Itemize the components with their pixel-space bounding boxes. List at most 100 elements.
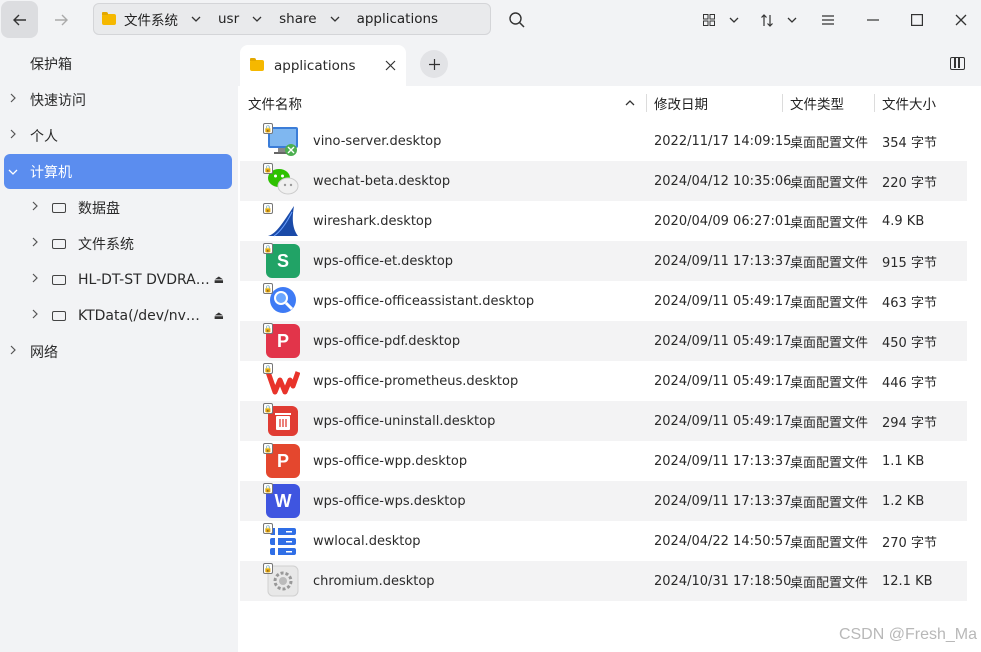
- file-name: wwlocal.desktop: [313, 533, 421, 549]
- sort-icon[interactable]: [756, 9, 778, 31]
- file-date: 2022/11/17 14:09:15: [654, 133, 792, 149]
- sidebar-item-file-system[interactable]: 文件系统: [4, 226, 232, 261]
- file-size: 354 字节: [882, 135, 937, 151]
- file-type: 桌面配置文件: [790, 135, 869, 151]
- chevron-right-icon[interactable]: [4, 93, 22, 106]
- file-row[interactable]: 🔒 wps-office-prometheus.desktop 2024/09/…: [240, 361, 967, 401]
- column-divider[interactable]: [646, 94, 647, 112]
- lock-icon: 🔒: [263, 243, 273, 254]
- forward-button[interactable]: [42, 1, 79, 38]
- file-row[interactable]: 🔒 W wps-office-wps.desktop 2024/09/11 17…: [240, 481, 967, 521]
- lock-icon: 🔒: [263, 523, 273, 534]
- tab-label: applications: [274, 57, 356, 74]
- chevron-down-icon[interactable]: [723, 9, 745, 31]
- chevron-down-icon[interactable]: [781, 9, 803, 31]
- column-type[interactable]: 文件类型: [790, 86, 844, 120]
- file-type: 桌面配置文件: [790, 495, 869, 511]
- scrollbar[interactable]: [967, 120, 981, 652]
- chevron-right-icon[interactable]: [4, 345, 22, 358]
- file-row[interactable]: 🔒 wechat-beta.desktop 2024/04/12 10:35:0…: [240, 161, 967, 201]
- close-tab-icon[interactable]: [385, 57, 396, 75]
- file-size: 463 字节: [882, 295, 937, 311]
- breadcrumb: 文件系统 usr share applications: [93, 3, 491, 35]
- file-date: 2024/10/31 17:18:50: [654, 573, 792, 589]
- sidebar-item-data-disk[interactable]: 数据盘: [4, 190, 232, 225]
- breadcrumb-usr[interactable]: usr: [218, 11, 279, 27]
- file-size: 450 字节: [882, 335, 937, 351]
- sidebar-item-label: 保护箱: [30, 56, 72, 73]
- sidebar-item-ktdata[interactable]: KTData(/dev/nv… ⏏: [4, 298, 232, 333]
- sort-ascending-icon[interactable]: [625, 86, 635, 120]
- file-name: wps-office-wps.desktop: [313, 493, 466, 509]
- file-size: 294 字节: [882, 415, 937, 431]
- file-type: 桌面配置文件: [790, 255, 869, 271]
- column-divider[interactable]: [874, 94, 875, 112]
- file-date: 2024/09/11 17:13:37: [654, 453, 792, 469]
- sidebar-item-quick-access[interactable]: 快速访问: [4, 82, 232, 117]
- sidebar-item-vault[interactable]: 保护箱: [4, 46, 232, 81]
- file-type: 桌面配置文件: [790, 535, 869, 551]
- file-list: 🔒 vino-server.desktop 2022/11/17 14:09:1…: [240, 121, 967, 601]
- breadcrumb-filesystem[interactable]: 文件系统: [102, 9, 218, 29]
- file-type: 桌面配置文件: [790, 455, 869, 471]
- sidebar-item-dvd-drive[interactable]: HL-DT-ST DVDRA… ⏏: [4, 262, 232, 297]
- chevron-right-icon[interactable]: [26, 201, 44, 214]
- chevron-down-icon[interactable]: [4, 165, 22, 178]
- column-divider[interactable]: [782, 94, 783, 112]
- maximize-icon[interactable]: [906, 9, 928, 31]
- file-row[interactable]: 🔒 vino-server.desktop 2022/11/17 14:09:1…: [240, 121, 967, 161]
- file-name: chromium.desktop: [313, 573, 435, 589]
- chevron-right-icon[interactable]: [26, 309, 44, 322]
- lock-icon: 🔒: [263, 123, 273, 134]
- back-button[interactable]: [1, 1, 38, 38]
- file-row[interactable]: 🔒 S wps-office-et.desktop 2024/09/11 17:…: [240, 241, 967, 281]
- sidebar-item-computer[interactable]: 计算机: [4, 154, 232, 189]
- file-type: 桌面配置文件: [790, 335, 869, 351]
- search-icon[interactable]: [506, 9, 528, 31]
- sidebar-item-label: 数据盘: [78, 200, 120, 217]
- lock-icon: 🔒: [263, 203, 273, 214]
- sidebar-item-label: KTData(/dev/nv…: [78, 307, 200, 324]
- chevron-down-icon[interactable]: [327, 11, 343, 27]
- file-row[interactable]: 🔒 wwlocal.desktop 2024/04/22 14:50:57 桌面…: [240, 521, 967, 561]
- sidebar-item-label: 个人: [30, 128, 58, 145]
- folder-icon: [102, 11, 116, 25]
- file-date: 2024/09/11 17:13:37: [654, 253, 792, 269]
- chevron-down-icon[interactable]: [188, 11, 204, 27]
- chevron-right-icon[interactable]: [26, 273, 44, 286]
- chevron-right-icon[interactable]: [26, 237, 44, 250]
- chevron-down-icon[interactable]: [249, 11, 265, 27]
- file-date: 2020/04/09 06:27:01: [654, 213, 792, 229]
- file-row[interactable]: 🔒 chromium.desktop 2024/10/31 17:18:50 桌…: [240, 561, 967, 601]
- file-type: 桌面配置文件: [790, 575, 869, 591]
- tab-applications[interactable]: applications: [240, 45, 406, 86]
- file-size: 270 字节: [882, 535, 937, 551]
- tab-bar: applications: [238, 40, 981, 86]
- minimize-icon[interactable]: [862, 9, 884, 31]
- file-row[interactable]: 🔒 P wps-office-wpp.desktop 2024/09/11 17…: [240, 441, 967, 481]
- breadcrumb-applications[interactable]: applications: [357, 11, 439, 27]
- file-row[interactable]: 🔒 wireshark.desktop 2020/04/09 06:27:01 …: [240, 201, 967, 241]
- close-icon[interactable]: [950, 9, 972, 31]
- breadcrumb-share[interactable]: share: [279, 11, 356, 27]
- file-row[interactable]: 🔒 wps-office-uninstall.desktop 2024/09/1…: [240, 401, 967, 441]
- column-size[interactable]: 文件大小: [882, 86, 936, 120]
- add-tab-button[interactable]: [420, 50, 448, 78]
- file-row[interactable]: 🔒 P wps-office-pdf.desktop 2024/09/11 05…: [240, 321, 967, 361]
- column-date[interactable]: 修改日期: [654, 86, 708, 120]
- menu-icon[interactable]: [817, 9, 839, 31]
- chevron-right-icon[interactable]: [4, 129, 22, 142]
- icon-view-icon[interactable]: [698, 9, 720, 31]
- eject-icon[interactable]: ⏏: [214, 309, 224, 322]
- sidebar-item-personal[interactable]: 个人: [4, 118, 232, 153]
- eject-icon[interactable]: ⏏: [214, 273, 224, 286]
- file-row[interactable]: 🔒 wps-office-officeassistant.desktop 202…: [240, 281, 967, 321]
- file-name: wps-office-wpp.desktop: [313, 453, 468, 469]
- file-size: 12.1 KB: [882, 573, 933, 589]
- file-name: vino-server.desktop: [313, 133, 442, 149]
- sidebar-item-network[interactable]: 网络: [4, 334, 232, 369]
- file-size: 446 字节: [882, 375, 937, 391]
- column-name[interactable]: 文件名称: [248, 86, 302, 120]
- sidebar: 保护箱 快速访问 个人 计算机 数据盘 文件系统 HL-DT-ST DVDRA……: [0, 40, 237, 652]
- details-view-toggle-icon[interactable]: [950, 57, 965, 70]
